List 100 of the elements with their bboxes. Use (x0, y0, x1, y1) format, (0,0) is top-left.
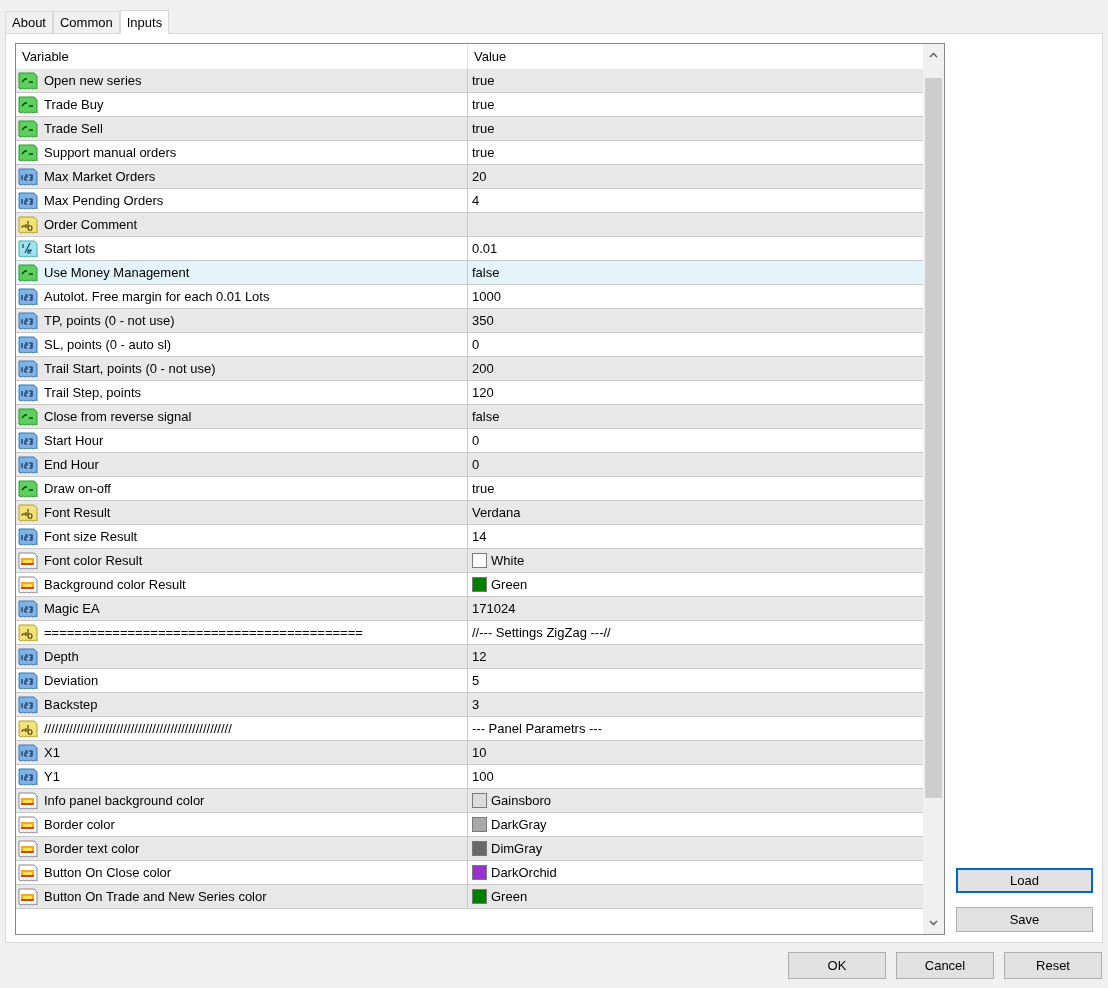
table-row[interactable]: Depth 12 (16, 645, 923, 669)
palette-icon (18, 814, 38, 835)
table-row[interactable]: Background color Result Green (16, 573, 923, 597)
side-button[interactable]: Save (956, 907, 1093, 932)
number-icon (18, 526, 38, 547)
tab[interactable]: About (5, 11, 53, 33)
table-row[interactable]: Support manual orders true (16, 141, 923, 165)
variable-value: 3 (472, 695, 480, 714)
variable-name: Trail Start, points (0 - not use) (44, 359, 216, 378)
table-row[interactable]: Font color Result White (16, 549, 923, 573)
variable-value: DarkOrchid (491, 863, 557, 882)
variable-name: Depth (44, 647, 79, 666)
table-row[interactable]: Deviation 5 (16, 669, 923, 693)
switch-icon (18, 262, 38, 283)
table-row[interactable]: Order Comment (16, 213, 923, 237)
variable-name: Use Money Management (44, 263, 190, 282)
table-row[interactable]: Autolot. Free margin for each 0.01 Lots 1000 (16, 285, 923, 309)
switch-icon (18, 406, 38, 427)
text-icon (18, 622, 38, 643)
dialog-button[interactable]: Reset (1004, 952, 1102, 979)
table-row[interactable]: Info panel background color Gainsboro (16, 789, 923, 813)
tab[interactable]: Common (53, 11, 120, 33)
variable-value: 10 (472, 743, 487, 762)
number-icon (18, 454, 38, 475)
fraction-icon (18, 238, 38, 259)
variable-name: //////////////////////////////////////////////////// (44, 719, 232, 738)
table-row[interactable]: Start lots 0.01 (16, 237, 923, 261)
table-row[interactable]: Close from reverse signal false (16, 405, 923, 429)
palette-icon (18, 862, 38, 883)
variable-value: --- Panel Parametrs --- (472, 719, 603, 738)
table-row[interactable]: Trail Start, points (0 - not use) 200 (16, 357, 923, 381)
side-button[interactable]: Load (956, 868, 1093, 893)
table-row[interactable]: Backstep 3 (16, 693, 923, 717)
table-row[interactable]: X1 10 (16, 741, 923, 765)
table-row[interactable]: Trade Buy true (16, 93, 923, 117)
table-row[interactable]: //////////////////////////////////////////////////// --- Panel Parametrs --- (16, 717, 923, 741)
scrollbar-thumb[interactable] (925, 78, 942, 798)
table-row[interactable]: Max Market Orders 20 (16, 165, 923, 189)
variable-name: Y1 (44, 767, 60, 786)
table-row[interactable]: SL, points (0 - auto sl) 0 (16, 333, 923, 357)
table-row[interactable]: Open new series true (16, 69, 923, 93)
number-icon (18, 334, 38, 355)
variable-name: End Hour (44, 455, 99, 474)
table-row[interactable]: Font size Result 14 (16, 525, 923, 549)
table-row[interactable]: Y1 100 (16, 765, 923, 789)
dialog-button[interactable]: Cancel (896, 952, 994, 979)
variable-name: Deviation (44, 671, 99, 690)
variable-name: Trade Buy (44, 95, 104, 114)
number-icon (18, 766, 38, 787)
number-icon (18, 166, 38, 187)
table-row[interactable]: ========================================== //--- Settings ZigZag ---// (16, 621, 923, 645)
variable-name: Trade Sell (44, 119, 103, 138)
variable-value: true (472, 479, 495, 498)
table-row[interactable]: Button On Trade and New Series color Green (16, 885, 923, 909)
variable-value: true (472, 71, 495, 90)
tab[interactable]: Inputs (119, 10, 170, 34)
switch-icon (18, 70, 38, 91)
table-row[interactable]: Border color DarkGray (16, 813, 923, 837)
variable-value: DarkGray (491, 815, 547, 834)
table-row[interactable]: Button On Close color DarkOrchid (16, 861, 923, 885)
table-row[interactable]: Font Result Verdana (16, 501, 923, 525)
variable-value: 0 (472, 455, 480, 474)
variable-value: 0 (472, 335, 480, 354)
palette-icon (18, 838, 38, 859)
table-row[interactable]: End Hour 0 (16, 453, 923, 477)
table-row[interactable]: Max Pending Orders 4 (16, 189, 923, 213)
table-row[interactable]: Use Money Management false (16, 261, 923, 285)
variable-name: Trail Step, points (44, 383, 142, 402)
variable-name: Start Hour (44, 431, 104, 450)
variable-name: Open new series (44, 71, 142, 90)
table-row[interactable]: Start Hour 0 (16, 429, 923, 453)
scrollbar[interactable] (923, 44, 944, 934)
variable-name: Max Pending Orders (44, 191, 164, 210)
variable-value: 0 (472, 431, 480, 450)
switch-icon (18, 142, 38, 163)
table-row[interactable]: Draw on-off true (16, 477, 923, 501)
variable-value: White (491, 551, 525, 570)
variable-value: Green (491, 575, 528, 594)
scroll-up-icon[interactable] (929, 52, 938, 58)
number-icon (18, 742, 38, 763)
number-icon (18, 190, 38, 211)
scroll-down-icon[interactable] (929, 920, 938, 926)
variable-value: 20 (472, 167, 487, 186)
variable-name: Font Result (44, 503, 111, 522)
variable-value: 4 (472, 191, 480, 210)
variable-value: false (472, 263, 500, 282)
table-row[interactable]: Border text color DimGray (16, 837, 923, 861)
dialog-button[interactable]: OK (788, 952, 886, 979)
number-icon (18, 310, 38, 331)
table-row[interactable]: Trade Sell true (16, 117, 923, 141)
variable-name: Magic EA (44, 599, 100, 618)
variable-value: 200 (472, 359, 494, 378)
variable-value: 12 (472, 647, 487, 666)
table-row[interactable]: Magic EA 171024 (16, 597, 923, 621)
table-row[interactable]: Trail Step, points 120 (16, 381, 923, 405)
variable-value: 14 (472, 527, 487, 546)
switch-icon (18, 478, 38, 499)
variable-value: true (472, 143, 495, 162)
table-row[interactable]: TP, points (0 - not use) 350 (16, 309, 923, 333)
variable-value: 0.01 (472, 239, 498, 258)
